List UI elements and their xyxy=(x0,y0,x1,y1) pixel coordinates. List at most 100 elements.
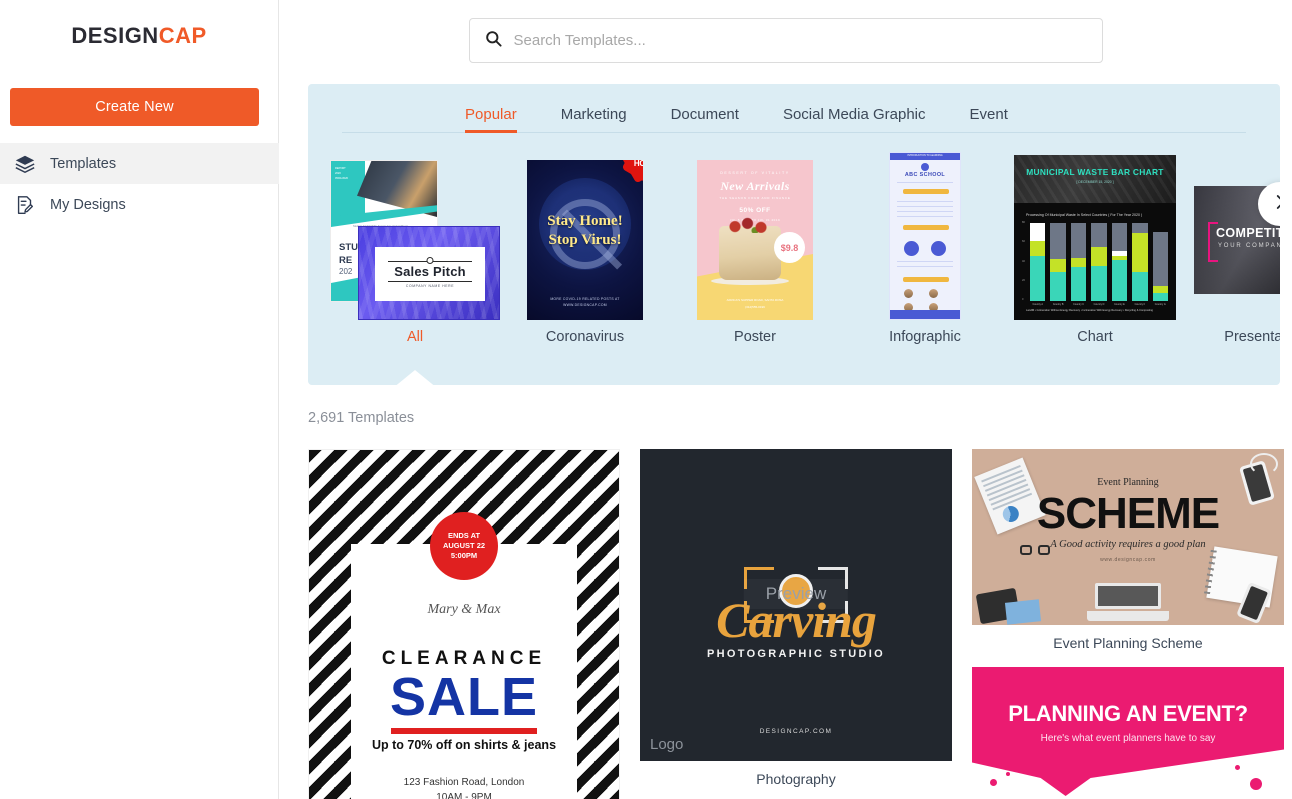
sidebar-item-templates[interactable]: Templates xyxy=(0,143,279,184)
thumb-chart-subtitle: Processing Of Municipal Waste In Select … xyxy=(1026,213,1143,217)
tab-event[interactable]: Event xyxy=(970,106,1008,132)
category-label-coronavirus: Coronavirus xyxy=(545,329,625,345)
badge-line-2: AUGUST 22 xyxy=(442,541,486,550)
chart-x-tick: Country G xyxy=(1154,303,1166,306)
template-tile-photography[interactable]: Carving PHOTOGRAPHIC STUDIO DESIGNCAP.CO… xyxy=(640,449,952,793)
layers-icon xyxy=(14,153,36,175)
category-thumb-infographic: INTRODUCTION TO LEARNING ABC SCHOOL xyxy=(840,152,1010,320)
search-icon xyxy=(484,29,503,53)
chart-bar-segment xyxy=(1132,272,1148,301)
planning-an-event-thumb: PLANNING AN EVENT? Here's what event pla… xyxy=(972,667,1284,796)
search-input[interactable] xyxy=(513,32,1088,49)
clearance-headline: SALE xyxy=(389,667,539,727)
app-root: DESIGNCAP Create New Templates My Design… xyxy=(0,0,1292,799)
chart-bar xyxy=(1070,223,1087,301)
template-name: Photography xyxy=(756,771,836,787)
category-card-strip: REPORT 2020 05/01/2020 Student Aid Eligi… xyxy=(308,152,1280,385)
category-card-infographic[interactable]: INTRODUCTION TO LEARNING ABC SCHOOL Info… xyxy=(840,152,1010,345)
chart-x-tick: Country E xyxy=(1114,303,1125,306)
scheme-eyebrow: Event Planning xyxy=(1097,477,1159,488)
logo[interactable]: DESIGNCAP xyxy=(0,0,278,72)
clearance-offer: Up to 70% off on shirts & jeans xyxy=(371,738,557,752)
chart-bar xyxy=(1030,223,1046,301)
category-label-poster: Poster xyxy=(734,329,776,345)
template-tile-clearance-sale[interactable]: ENDS AT AUGUST 22 5:00PM Mary & Max CLEA… xyxy=(308,449,620,799)
thumb-municipal-waste-chart: MUNICIPAL WASTE BAR CHART [ DECEMBER 15,… xyxy=(1014,155,1176,320)
document-edit-icon xyxy=(14,194,36,216)
category-tabs: Popular Marketing Document Social Media … xyxy=(342,84,1246,133)
thumb-sales-pitch: Sales Pitch COMPANY NAME HERE xyxy=(358,226,500,320)
chart-x-tick: Country C xyxy=(1073,303,1084,306)
category-label-all: All xyxy=(406,329,424,345)
chart-bar xyxy=(1091,223,1107,301)
badge-line-1: ENDS AT xyxy=(447,531,481,540)
thumb-corona-line2: Stop Virus! xyxy=(548,232,622,248)
preview-overlay-label[interactable]: Preview xyxy=(743,579,849,609)
thumb-coronavirus-poster: Stay Home! Stop Virus! MORE COVID-19 REL… xyxy=(527,160,643,320)
grid-column-3: Event Planning SCHEME A Good activity re… xyxy=(972,449,1284,799)
category-card-poster[interactable]: DESSERT OF VITALITY New Arrivals THE SEA… xyxy=(670,160,840,345)
grid-column-1: ENDS AT AUGUST 22 5:00PM Mary & Max CLEA… xyxy=(308,449,620,799)
thumb-pres-title: COMPETITIVE ANALYSIS xyxy=(1216,226,1280,240)
chart-bar-segment xyxy=(1152,231,1168,287)
grid-column-2: Carving PHOTOGRAPHIC STUDIO DESIGNCAP.CO… xyxy=(640,449,952,799)
thumb-info-header: INTRODUCTION TO LEARNING xyxy=(907,154,943,157)
templates-grid: ENDS AT AUGUST 22 5:00PM Mary & Max CLEA… xyxy=(308,449,1284,799)
chart-x-tick: Country B xyxy=(1052,303,1064,306)
template-name: Event Planning Scheme xyxy=(1053,635,1203,651)
clearance-names: Mary & Max xyxy=(427,602,501,617)
tab-social-media-graphic[interactable]: Social Media Graphic xyxy=(783,106,926,132)
logo-text-accent: CAP xyxy=(158,23,207,48)
chart-bar xyxy=(1152,223,1168,301)
chart-bar-segment xyxy=(1070,267,1087,301)
chart-bar-segment xyxy=(1091,247,1107,267)
tab-popular[interactable]: Popular xyxy=(465,106,517,133)
chart-x-tick: Country F xyxy=(1134,303,1146,306)
create-new-button[interactable]: Create New xyxy=(10,88,259,126)
thumb-poster-footer2: (312)555-0199 xyxy=(745,305,765,309)
search-box[interactable] xyxy=(468,18,1103,63)
thumb-poster-off: 50% OFF xyxy=(739,207,771,214)
thumb-corona-line1: Stay Home! xyxy=(547,213,623,229)
chart-bar-segment xyxy=(1050,223,1066,260)
thumb-corona-footer2: WWW.DESIGNCAP.COM xyxy=(563,303,607,307)
thumb-title2: RE xyxy=(339,255,353,266)
thumb-info-school: ABC SCHOOL xyxy=(904,172,946,178)
chart-bar-segment xyxy=(1111,223,1128,251)
sidebar-item-my-designs[interactable]: My Designs xyxy=(0,184,279,225)
template-tile-planning-an-event[interactable]: PLANNING AN EVENT? Here's what event pla… xyxy=(972,667,1284,796)
tab-document[interactable]: Document xyxy=(671,106,739,132)
tab-marketing[interactable]: Marketing xyxy=(561,106,627,132)
thumb-poster-footer1: AFRICA'S SUPPER ROAD, SANTA ROSA xyxy=(726,298,784,302)
category-card-chart[interactable]: MUNICIPAL WASTE BAR CHART [ DECEMBER 15,… xyxy=(1010,155,1180,345)
category-thumb-all: REPORT 2020 05/01/2020 Student Aid Eligi… xyxy=(330,160,500,320)
chart-bar-segment xyxy=(1030,223,1046,242)
photography-sub: PHOTOGRAPHIC STUDIO xyxy=(707,648,885,660)
selected-category-pointer xyxy=(393,370,437,385)
chevron-right-icon xyxy=(1271,193,1280,216)
clearance-sale-thumb: ENDS AT AUGUST 22 5:00PM Mary & Max CLEA… xyxy=(308,449,620,799)
chart-bar-segment xyxy=(1152,286,1168,294)
chart-bar-segment xyxy=(1030,255,1046,301)
sidebar-item-label: Templates xyxy=(50,155,117,172)
scheme-url: www.designcap.com xyxy=(1100,557,1156,563)
category-card-coronavirus[interactable]: Stay Home! Stop Virus! MORE COVID-19 REL… xyxy=(500,160,670,345)
scheme-headline: SCHEME xyxy=(1036,489,1220,538)
thumb-poster-title: New Arrivals xyxy=(720,179,790,193)
thumb-sales-sub: COMPANY NAME HERE xyxy=(405,283,455,288)
chart-bar xyxy=(1050,223,1066,301)
search-row xyxy=(279,0,1292,63)
logo-text-primary: DESIGN xyxy=(71,23,159,48)
thumb-chart-plot xyxy=(1030,223,1168,301)
chart-x-tick: Country D xyxy=(1093,303,1105,306)
logo-overlay-label: Logo xyxy=(650,736,684,753)
template-tile-event-planning-scheme[interactable]: Event Planning SCHEME A Good activity re… xyxy=(972,449,1284,657)
chart-bar xyxy=(1111,223,1128,301)
category-card-all[interactable]: REPORT 2020 05/01/2020 Student Aid Eligi… xyxy=(330,160,500,385)
event-planning-scheme-thumb: Event Planning SCHEME A Good activity re… xyxy=(972,449,1284,625)
sidebar-item-label: My Designs xyxy=(50,196,126,213)
sidebar: DESIGNCAP Create New Templates My Design… xyxy=(0,0,279,799)
badge-line-3: 5:00PM xyxy=(450,551,478,560)
template-count: 2,691 Templates xyxy=(308,410,415,426)
chart-bar-segment xyxy=(1111,260,1128,301)
